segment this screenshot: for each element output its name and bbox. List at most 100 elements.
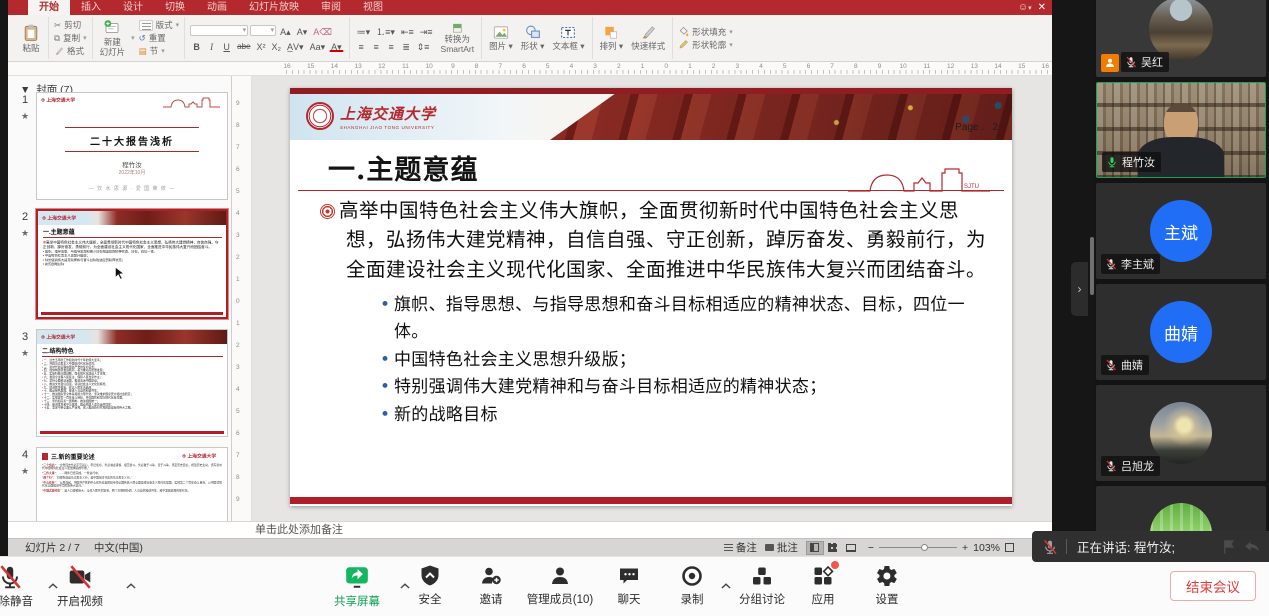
italic-button[interactable]: I (205, 40, 218, 52)
skyline-decoration (162, 97, 222, 109)
grow-font-button[interactable]: A▴ (278, 25, 293, 37)
sidebar-scrollbar[interactable] (1090, 237, 1094, 295)
new-slide-dropdown[interactable]: ▾ (131, 34, 135, 42)
numbering-button[interactable]: ⒈≡▾ (374, 25, 397, 37)
justify-button[interactable]: ≣ (400, 40, 413, 52)
close-icon[interactable]: ✕ (1038, 2, 1046, 13)
slide-thumbnail-4[interactable]: 三.新的重要论述 ⊕ 上海交通大学 “三个务必”：“全党同志务必不忘初心、牢记使… (36, 447, 228, 521)
layout-button[interactable]: 版式▾ (139, 19, 180, 31)
smiley-feedback-icon[interactable]: ☺▾ (1018, 2, 1032, 13)
align-left-button[interactable]: ≡ (355, 40, 368, 52)
participant-tile[interactable]: 吕旭龙 (1096, 385, 1266, 481)
paste-button[interactable]: 粘贴 (19, 23, 43, 53)
quick-styles-button[interactable]: 快速样式 (629, 24, 667, 51)
slide-thumbnail-panel[interactable]: ▼ 封面 (7) 1 ★ ⊕ 上海交通大学 二十大报告浅析 程竹汝 2022年1… (8, 76, 232, 521)
tab-slideshow[interactable]: 幻灯片放映 (238, 0, 310, 15)
fit-to-window-icon[interactable] (1005, 543, 1014, 552)
zoom-slider-thumb[interactable] (921, 544, 928, 551)
clear-formatting-button[interactable]: A⌫ (311, 25, 334, 37)
chat-button[interactable]: 聊天 (594, 564, 664, 607)
zoom-level[interactable]: 103% (973, 542, 1000, 554)
ruler-tick: 4 (570, 63, 574, 70)
increase-indent-button[interactable]: ⇥≡ (418, 25, 435, 37)
start-video-button[interactable]: 开启视频 (45, 564, 115, 609)
line-spacing-button[interactable]: ⇕≡ (415, 40, 432, 52)
participant-tile-speaking[interactable]: 程竹汝 (1096, 82, 1266, 178)
settings-button[interactable]: 设置 (852, 564, 922, 607)
end-meeting-button[interactable]: 结束会议 (1170, 571, 1256, 601)
font-color-button[interactable]: A▾ (329, 40, 344, 52)
notes-pane[interactable]: 单击此处添加备注 (8, 521, 1052, 538)
tab-insert[interactable]: 插入 (70, 0, 112, 15)
seal-bullet-icon (320, 204, 335, 219)
zoom-in-button[interactable]: + (962, 542, 968, 554)
flag-icon[interactable] (1221, 538, 1239, 556)
slide-title[interactable]: 一.主题意蕴 (328, 148, 478, 187)
align-right-button[interactable]: ≡ (385, 40, 398, 52)
unmute-button[interactable]: 解除静音 (0, 564, 45, 609)
share-screen-button[interactable]: 共享屏幕 (322, 564, 392, 609)
font-name-combo[interactable] (190, 25, 248, 36)
current-slide[interactable]: 上海交通大学 SHANGHAI JIAO TONG UNIVERSITY Pag… (290, 88, 1012, 506)
tab-view[interactable]: 视图 (352, 0, 394, 15)
horizontal-ruler[interactable]: 1615141312111098765432101234567891011121… (8, 62, 1052, 76)
slide-thumbnail-1[interactable]: ⊕ 上海交通大学 二十大报告浅析 程竹汝 2022年10月 — 饮 水 思 源 … (36, 92, 228, 200)
tab-home[interactable]: 开始 (28, 0, 70, 15)
thumb1-title: 二十大报告浅析 (37, 133, 227, 148)
comments-toggle[interactable]: 批注 (765, 540, 798, 555)
reply-arrow-icon[interactable] (1243, 538, 1261, 556)
character-spacing-button[interactable]: A̲V▾ (285, 40, 306, 52)
new-slide-button[interactable]: 新建幻灯片 (98, 19, 128, 57)
sidebar-collapse-handle[interactable]: › (1071, 262, 1088, 316)
slideshow-view-button[interactable] (842, 541, 860, 555)
muted-mic-icon[interactable] (1042, 539, 1058, 555)
insert-textbox-button[interactable]: 文本框 ▾ (550, 24, 586, 51)
tab-review[interactable]: 审阅 (310, 0, 352, 15)
change-case-button[interactable]: Aa▾ (308, 40, 328, 52)
copy-button[interactable]: ⧉复制▾ (54, 32, 87, 44)
ruler-tick: 15 (1018, 63, 1025, 70)
slide-thumbnail-3[interactable]: ⊕ 上海交通大学 二.结构特色 一、过去五年的工作和新时代十年的伟大变革；二、开… (36, 329, 228, 437)
cut-button[interactable]: ✂剪切 (54, 19, 87, 31)
tab-transitions[interactable]: 切换 (154, 0, 196, 15)
bold-button[interactable]: B (190, 40, 203, 52)
video-options-chevron-icon[interactable] (124, 579, 138, 593)
security-button[interactable]: 安全 (395, 564, 465, 607)
shape-fill-button[interactable]: 形状填充▾ (678, 26, 733, 38)
underline-button[interactable]: U (220, 40, 233, 52)
vertical-ruler[interactable]: 9876543210123456789 (232, 76, 252, 521)
tab-design[interactable]: 设计 (112, 0, 154, 15)
bullets-button[interactable]: ≔▾ (355, 25, 373, 37)
section-button[interactable]: ▤节▾ (139, 45, 180, 57)
participant-tile[interactable]: 曲婧 曲婧 (1096, 284, 1266, 380)
notes-toggle[interactable]: 备注 (724, 540, 757, 555)
slide-thumbnail-2-selected[interactable]: ⊕ 上海交通大学 一.主题意蕴 ❁高举中国特色社会主义伟大旗帜，全面贯彻新时代中… (36, 209, 228, 319)
language-indicator[interactable]: 中文(中国) (94, 540, 143, 555)
shape-outline-button[interactable]: 形状轮廓▾ (678, 39, 733, 51)
arrange-button[interactable]: 排列 ▾ (598, 24, 626, 51)
superscript-button[interactable]: X² (255, 40, 268, 52)
insert-picture-button[interactable]: 图片 ▾ (487, 24, 515, 51)
tab-animations[interactable]: 动画 (196, 0, 238, 15)
apps-button[interactable]: 应用 (788, 564, 858, 607)
slide-body[interactable]: 高举中国特色社会主义伟大旗帜，全面贯彻新时代中国特色社会主义思想，弘扬伟大建党精… (320, 196, 994, 429)
participant-tile[interactable]: 主斌 李主斌 (1096, 183, 1266, 279)
strikethrough-button[interactable]: abe (235, 40, 252, 52)
shrink-font-button[interactable]: A▾ (295, 25, 310, 37)
participant-tile[interactable]: 吴红 (1096, 0, 1266, 77)
slide-sorter-view-button[interactable] (824, 541, 842, 555)
slide-header-band: 上海交通大学 SHANGHAI JIAO TONG UNIVERSITY Pag… (290, 94, 1012, 140)
insert-shapes-button[interactable]: 形状 ▾ (519, 24, 547, 51)
font-size-combo[interactable] (250, 25, 276, 36)
zoom-slider[interactable] (879, 547, 957, 548)
normal-view-button[interactable] (806, 541, 824, 555)
subscript-button[interactable]: X₂ (270, 40, 284, 52)
convert-smartart-button[interactable]: ⬒ 转换为SmartArt (439, 22, 477, 54)
slide-edit-area[interactable]: 上海交通大学 SHANGHAI JIAO TONG UNIVERSITY Pag… (252, 76, 1052, 521)
reset-button[interactable]: ↺重置 (139, 32, 180, 44)
decrease-indent-button[interactable]: ⇤≡ (399, 25, 416, 37)
ruler-tick: 2 (712, 63, 716, 70)
zoom-out-button[interactable]: − (868, 542, 874, 554)
align-center-button[interactable]: ≡ (370, 40, 383, 52)
format-painter-button[interactable]: 格式 (54, 45, 87, 57)
